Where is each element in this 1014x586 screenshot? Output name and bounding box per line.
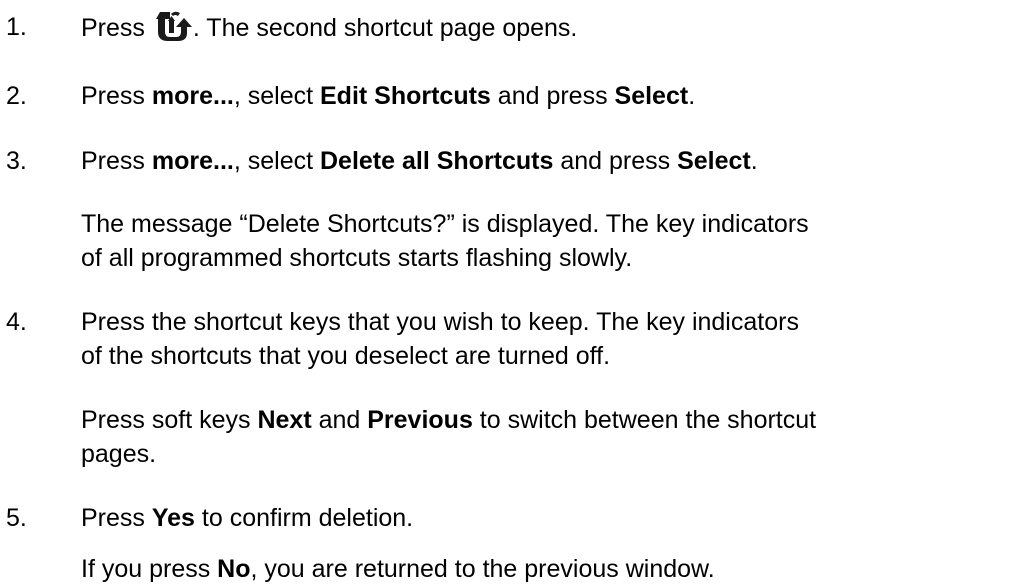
step-3-note-line: of all programmed shortcuts starts flash… (81, 244, 633, 272)
note-text-part: Press soft keys (81, 406, 258, 434)
step-text-part: and press (490, 82, 615, 110)
step-text-part: Press (81, 147, 152, 175)
step-text: Press more..., select Edit Shortcuts and… (81, 79, 1011, 113)
step-text: Press Yes to confirm deletion. (81, 501, 1011, 535)
step-number: 4. (6, 308, 27, 336)
note-text-part: , you are returned to the previous windo… (250, 555, 715, 583)
menu-option-label: Edit Shortcuts (320, 82, 491, 110)
step-text-part: Press (81, 82, 152, 110)
step-text-part: . (750, 147, 758, 175)
instruction-document: 1. Press . The second shortcut page open… (0, 0, 1014, 583)
step-text-part: . (688, 82, 696, 110)
step-text-part: Press (81, 14, 152, 42)
note-text-part: and (311, 406, 368, 434)
note-text-part: If you press (81, 555, 218, 583)
shortcut-key-icon (154, 10, 192, 42)
step-3-note-line: The message “Delete Shortcuts?” is displ… (81, 210, 809, 238)
step-text-part: , select (233, 147, 320, 175)
step-text-part: , select (233, 82, 320, 110)
step-number: 2. (6, 82, 27, 110)
step-text-part: Press (81, 504, 152, 532)
menu-option-label: Delete all Shortcuts (320, 147, 554, 175)
softkey-label: more... (151, 147, 234, 175)
softkey-label: Next (257, 406, 312, 434)
step-text-part: to confirm deletion. (194, 504, 414, 532)
step-text: Press the shortcut keys that you wish to… (81, 308, 799, 336)
step-4-text-line: of the shortcuts that you deselect are t… (81, 342, 611, 370)
softkey-label: Yes (151, 504, 195, 532)
softkey-label: Select (677, 147, 751, 175)
softkey-label: No (217, 555, 251, 583)
softkey-label: more... (151, 82, 234, 110)
step-5-note-line: If you press No, you are returned to the… (81, 552, 1011, 586)
step-number: 5. (6, 504, 27, 532)
step-text-part: and press (553, 147, 678, 175)
softkey-label: Select (614, 82, 689, 110)
step-4-note-line: pages. (81, 440, 157, 468)
step-number: 3. (6, 147, 27, 175)
step-4-note-line: Press soft keys Next and Previous to swi… (81, 403, 1011, 437)
step-text: Press more..., select Delete all Shortcu… (81, 144, 1011, 178)
step-text-part: . The second shortcut page opens. (192, 14, 578, 42)
step-text: Press . The second shortcut page opens. (81, 10, 1011, 45)
softkey-label: Previous (367, 406, 473, 434)
note-text-part: to switch between the shortcut (472, 406, 817, 434)
step-number: 1. (6, 13, 27, 41)
